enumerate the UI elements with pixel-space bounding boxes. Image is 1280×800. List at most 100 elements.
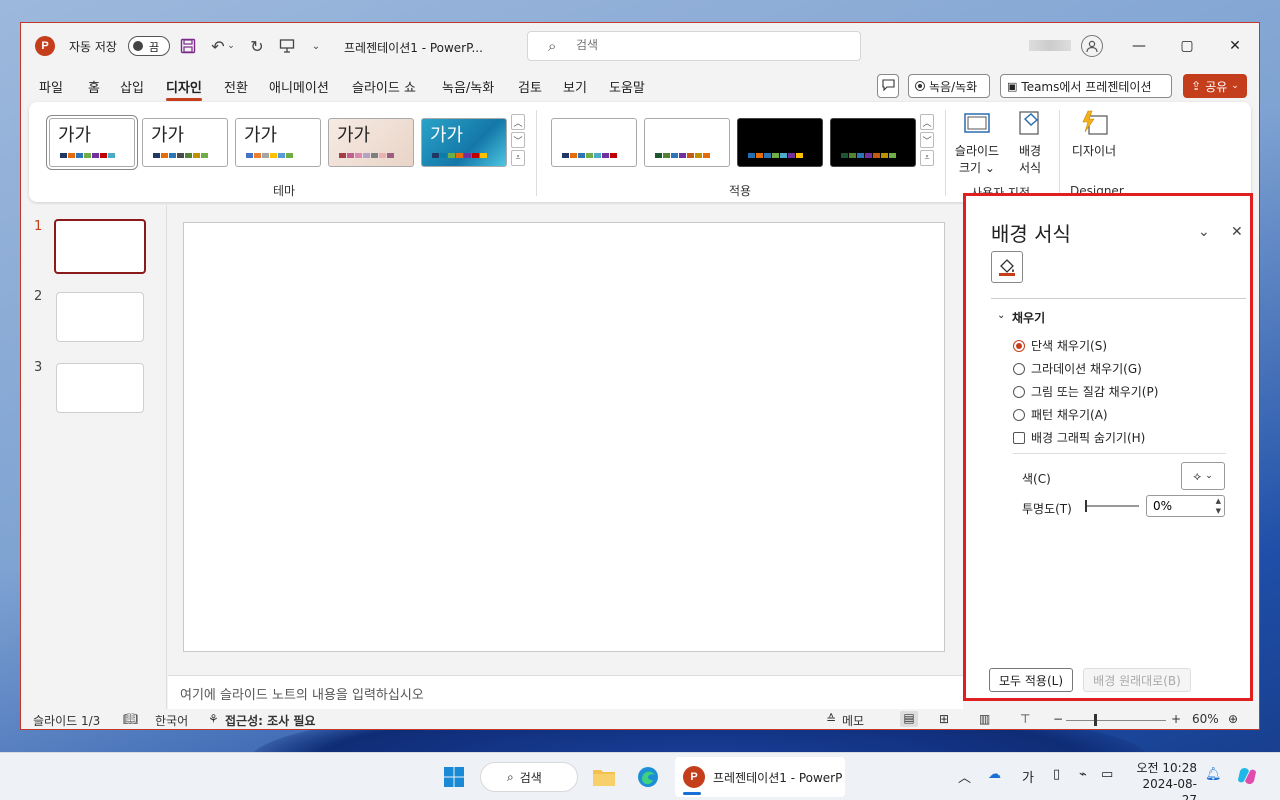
tab-transitions[interactable]: 전환 — [224, 77, 248, 96]
spin-up-icon[interactable]: ▲ — [1216, 497, 1221, 505]
chevron-down-icon[interactable]: ⌄ — [997, 310, 1005, 321]
edge-browser-icon[interactable] — [635, 764, 661, 790]
present-in-teams-button[interactable]: ▣ Teams에서 프레젠테이션 — [1000, 74, 1172, 98]
designer-button[interactable]: 디자이너 — [1066, 108, 1122, 159]
scroll-up-icon[interactable]: ︿ — [511, 114, 525, 130]
ime-indicator[interactable]: 가 — [1022, 767, 1034, 786]
theme-gallery-scroll[interactable]: ︿ ﹀ ⩡ — [511, 114, 525, 168]
theme-4[interactable]: 가가 — [328, 118, 414, 167]
copilot-icon[interactable] — [1236, 765, 1258, 791]
theme-office[interactable]: 가가 — [46, 115, 138, 170]
notes-pane[interactable]: 여기에 슬라이드 노트의 내용을 입력하십시오 — [168, 675, 963, 709]
radio-button[interactable] — [1013, 408, 1025, 421]
radio-picture-fill[interactable]: 그림 또는 질감 채우기(P) — [1013, 383, 1158, 400]
fill-section-header[interactable]: 채우기 — [1012, 309, 1045, 326]
scroll-down-icon[interactable]: ﹀ — [920, 132, 934, 148]
tab-file[interactable]: 파일 — [39, 77, 63, 96]
gallery-more-icon[interactable]: ⩡ — [920, 150, 934, 166]
taskbar-search[interactable]: ⌕ 검색 — [480, 762, 578, 792]
slideshow-icon[interactable]: ⊤ — [1020, 712, 1030, 726]
notes-toggle-icon[interactable]: ≙ — [826, 712, 836, 726]
tab-insert[interactable]: 삽입 — [120, 77, 144, 96]
variant-1[interactable] — [551, 118, 637, 167]
slide-size-button[interactable]: 슬라이드 크기 ⌄ — [953, 108, 1001, 176]
tab-slideshow[interactable]: 슬라이드 쇼 — [352, 77, 416, 96]
radio-gradient-fill[interactable]: 그라데이션 채우기(G) — [1013, 360, 1142, 377]
transparency-spinner[interactable]: ▲ ▼ — [1146, 495, 1225, 517]
slide-thumbnail-3[interactable] — [56, 363, 144, 413]
slide-canvas[interactable] — [183, 222, 945, 652]
tab-record[interactable]: 녹음/녹화 — [442, 77, 494, 96]
reading-view-icon[interactable]: ▥ — [979, 712, 990, 726]
variant-2[interactable] — [644, 118, 730, 167]
fill-tab-paint-bucket-icon[interactable] — [991, 251, 1023, 283]
pane-close-icon[interactable]: ✕ — [1231, 224, 1243, 240]
customize-toolbar-icon[interactable]: ⌄ — [305, 35, 327, 57]
apply-to-all-button[interactable]: 모두 적용(L) — [989, 668, 1073, 692]
notes-toggle[interactable]: 메모 — [842, 712, 864, 729]
gallery-more-icon[interactable]: ⩡ — [511, 150, 525, 166]
accessibility-icon[interactable]: ⚘ — [208, 712, 219, 726]
start-icon[interactable] — [441, 764, 467, 790]
file-explorer-icon[interactable] — [591, 764, 617, 790]
search-box[interactable]: ⌕ — [527, 31, 861, 61]
spin-down-icon[interactable]: ▼ — [1216, 507, 1221, 515]
maximize-button[interactable]: ▢ — [1176, 35, 1198, 57]
theme-3[interactable]: 가가 — [235, 118, 321, 167]
transparency-input[interactable] — [1153, 499, 1203, 513]
zoom-slider[interactable] — [1066, 720, 1166, 721]
hide-background-graphics-checkbox[interactable]: 배경 그래픽 숨기기(H) — [1013, 429, 1145, 446]
record-button[interactable]: 녹음/녹화 — [908, 74, 990, 98]
language-indicator[interactable]: 한국어 — [155, 712, 188, 729]
share-button[interactable]: ⇪ 공유 ⌄ — [1183, 74, 1247, 98]
radio-solid-fill[interactable]: 단색 채우기(S) — [1013, 337, 1107, 354]
zoom-slider-thumb[interactable] — [1094, 714, 1097, 726]
tab-animations[interactable]: 애니메이션 — [269, 77, 329, 96]
scroll-down-icon[interactable]: ﹀ — [511, 132, 525, 148]
format-background-button[interactable]: 배경 서식 — [1009, 108, 1051, 176]
onedrive-cloud-icon[interactable]: ☁ — [988, 767, 1001, 782]
redo-icon[interactable]: ↻ — [246, 35, 268, 57]
transparency-slider[interactable] — [1085, 500, 1139, 512]
autosave-toggle[interactable]: 끔 — [128, 36, 170, 56]
slide-thumbnail-2[interactable] — [56, 292, 144, 342]
taskbar-powerpoint-app[interactable]: P 프레젠테이션1 - PowerP — [675, 757, 845, 797]
reset-background-button[interactable]: 배경 원래대로(B) — [1083, 668, 1191, 692]
tab-home[interactable]: 홈 — [88, 77, 100, 96]
slide-sorter-icon[interactable]: ⊞ — [939, 712, 949, 726]
fit-to-window-icon[interactable]: ⊕ — [1228, 712, 1238, 726]
notification-bell-icon[interactable]: 🔔︎ — [1205, 767, 1222, 782]
tray-overflow-chevron-icon[interactable]: ︿ — [958, 767, 971, 786]
pane-options-chevron-icon[interactable]: ⌄ — [1198, 224, 1210, 240]
spelling-icon[interactable]: 📖︎ — [123, 712, 138, 726]
search-input[interactable] — [576, 38, 836, 52]
zoom-level[interactable]: 60% — [1192, 712, 1219, 726]
zoom-in-icon[interactable]: + — [1171, 712, 1181, 726]
device-icon[interactable]: ▯ — [1053, 767, 1060, 782]
minimize-button[interactable]: — — [1128, 35, 1150, 57]
normal-view-icon[interactable]: ▤ — [900, 711, 918, 727]
fill-color-button[interactable]: ⟡ ⌄ — [1181, 462, 1225, 490]
radio-pattern-fill[interactable]: 패턴 채우기(A) — [1013, 406, 1108, 423]
variant-3[interactable] — [737, 118, 823, 167]
radio-button[interactable] — [1013, 362, 1025, 375]
tab-view[interactable]: 보기 — [563, 77, 587, 96]
theme-5[interactable]: 가가 — [421, 118, 507, 167]
save-icon[interactable] — [177, 35, 199, 57]
avatar[interactable] — [1081, 35, 1103, 57]
checkbox[interactable] — [1013, 431, 1025, 444]
radio-button[interactable] — [1013, 385, 1025, 398]
tab-help[interactable]: 도움말 — [609, 77, 645, 96]
slide-thumbnail-1[interactable] — [54, 219, 146, 274]
variant-4[interactable] — [830, 118, 916, 167]
accessibility-status[interactable]: 접근성: 조사 필요 — [225, 712, 315, 729]
battery-icon[interactable]: ▭ — [1101, 767, 1113, 782]
zoom-out-icon[interactable]: − — [1053, 712, 1063, 726]
tab-review[interactable]: 검토 — [518, 77, 542, 96]
clock[interactable]: 오전 10:28 2024-08-27 — [1133, 760, 1197, 800]
comments-button[interactable] — [877, 74, 899, 98]
network-icon[interactable]: ⌁ — [1079, 767, 1087, 782]
radio-button[interactable] — [1013, 339, 1025, 352]
scroll-up-icon[interactable]: ︿ — [920, 114, 934, 130]
variant-gallery-scroll[interactable]: ︿ ﹀ ⩡ — [920, 114, 934, 168]
